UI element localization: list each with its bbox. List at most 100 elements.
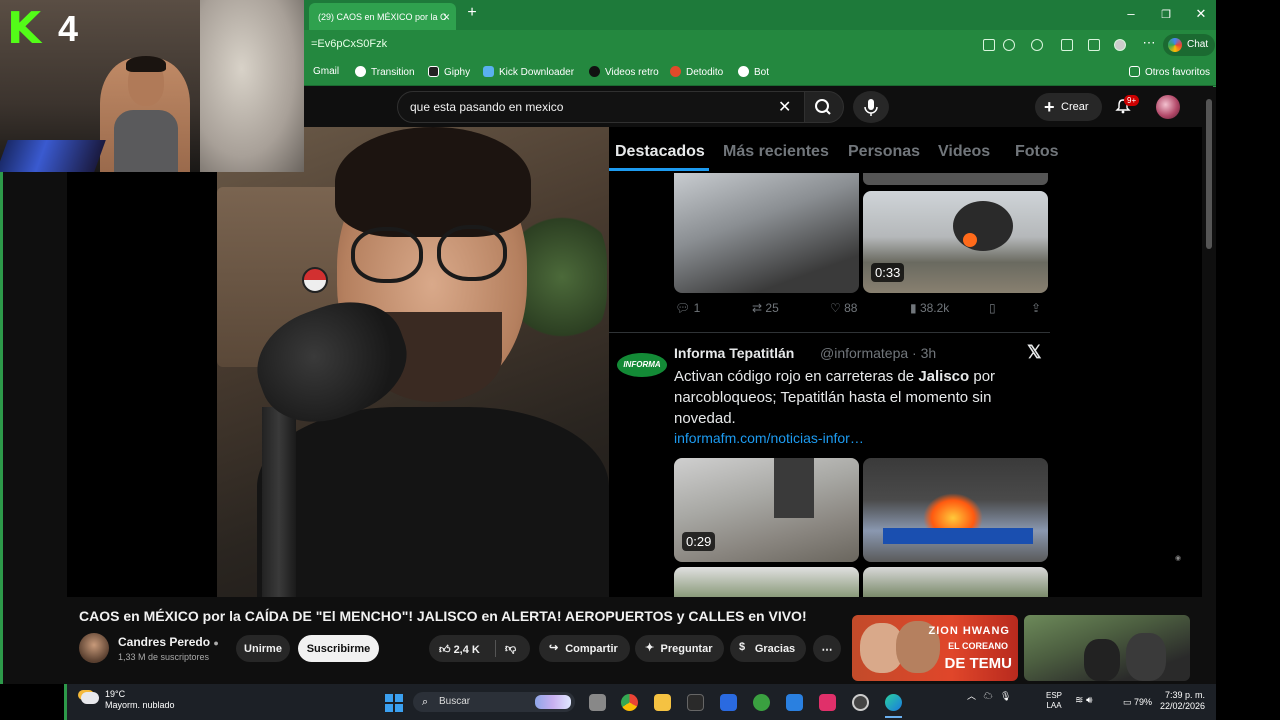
ask-button[interactable]: ✦ Preguntar xyxy=(635,635,724,662)
close-tab-icon[interactable]: × xyxy=(443,10,450,24)
profile-icon[interactable] xyxy=(1114,39,1126,51)
share-button[interactable]: ↪ Compartir xyxy=(539,635,630,662)
extensions-icon[interactable] xyxy=(1061,39,1073,51)
channel-avatar[interactable] xyxy=(79,633,109,663)
close-window-icon[interactable]: ✕ xyxy=(1191,6,1211,22)
tweet-author[interactable]: Informa Tepatitlán xyxy=(674,345,794,361)
chat-button[interactable]: Chat xyxy=(1163,34,1215,56)
star-icon[interactable] xyxy=(1003,39,1015,51)
url-field[interactable]: =Ev6pCxS0Fzk xyxy=(311,38,387,50)
share-icon[interactable]: ⇪ xyxy=(1031,301,1041,315)
battery-indicator[interactable]: ▭ 79% xyxy=(1123,697,1152,708)
search-input[interactable]: que esta pasando en mexico xyxy=(397,91,805,123)
edge-icon[interactable] xyxy=(885,694,902,711)
app-icon[interactable] xyxy=(720,694,737,711)
scrollbar-thumb[interactable] xyxy=(1206,99,1212,249)
bot-icon xyxy=(738,66,749,77)
search-button[interactable] xyxy=(804,91,844,123)
tab-fotos: Fotos xyxy=(1015,143,1059,160)
tweet-link[interactable]: informafm.com/noticias-infor… xyxy=(674,430,864,446)
create-button[interactable]: + Crear xyxy=(1035,93,1102,121)
bookmark-gmail[interactable]: Gmail xyxy=(313,66,339,77)
taskbar-search[interactable]: ⌕ Buscar xyxy=(413,692,575,712)
bookmark-kick-downloader[interactable]: Kick Downloader xyxy=(483,66,574,78)
other-favorites[interactable]: Otros favoritos xyxy=(1129,66,1210,78)
page-scrollbar[interactable] xyxy=(1202,87,1216,684)
battery-icon: ▭ xyxy=(1123,697,1132,707)
like-action[interactable]: ♡ 88 xyxy=(830,301,857,315)
bookmark-label: Detodito xyxy=(686,67,724,78)
tab-youtube[interactable]: (29) CAOS en MÉXICO por la C × xyxy=(309,3,456,30)
views-action[interactable]: ▮ 38.2k xyxy=(910,301,949,315)
restore-icon[interactable]: ❐ xyxy=(1156,8,1176,21)
lang-layout: LAA xyxy=(1046,701,1062,710)
start-button[interactable] xyxy=(385,694,403,712)
weather-widget[interactable]: 19°C Mayorm. nublado xyxy=(81,689,175,711)
xbox-icon[interactable] xyxy=(753,694,770,711)
join-button[interactable]: Unirme xyxy=(236,635,290,662)
language-indicator[interactable]: ESP LAA xyxy=(1046,691,1062,711)
like-count[interactable]: 2,4 K xyxy=(454,644,480,656)
voice-search-button[interactable] xyxy=(853,91,889,123)
suggested-video-thumbnail[interactable] xyxy=(1024,615,1190,681)
suggested-video-thumbnail[interactable]: ZION HWANG EL COREANO DE TEMU xyxy=(852,615,1018,681)
reply-action[interactable]: 💬︎ 1 xyxy=(675,301,700,315)
thanks-button[interactable]: $ Gracias xyxy=(730,635,806,662)
thumb-text: HWANG xyxy=(962,625,1010,637)
tweet-image-strip xyxy=(863,173,1048,185)
tab-mas-recientes: Más recientes xyxy=(723,143,829,160)
like-count: 88 xyxy=(844,301,858,315)
bookmark-icon[interactable]: ▯ xyxy=(989,301,996,315)
date: 22/02/2026 xyxy=(1159,701,1205,711)
new-tab-icon[interactable]: + xyxy=(462,4,482,22)
burning-car-image: 0:33 xyxy=(863,191,1048,293)
bookmark-detodito[interactable]: Detodito xyxy=(670,66,723,78)
minimize-icon[interactable]: – xyxy=(1121,6,1141,21)
channel-watermark[interactable]: ◉ xyxy=(1165,554,1191,562)
app-icon[interactable] xyxy=(983,39,995,51)
chrome-icon[interactable] xyxy=(621,694,638,711)
tab-personas: Personas xyxy=(848,143,921,160)
bookmark-transition[interactable]: Transition xyxy=(355,66,415,78)
copilot-icon xyxy=(1168,38,1182,52)
lang-code: ESP xyxy=(1046,691,1063,700)
host-hair xyxy=(335,127,531,237)
like-icon[interactable]: 👍︎ xyxy=(439,644,451,656)
smoke xyxy=(953,201,1013,251)
bookmark-label: Bot xyxy=(754,67,770,78)
task-view-icon[interactable] xyxy=(589,694,606,711)
dislike-icon[interactable]: 👎︎ xyxy=(505,642,516,655)
retweet-action[interactable]: ⇄ 25 xyxy=(752,301,779,315)
bookmark-giphy[interactable]: Giphy xyxy=(428,66,470,78)
file-explorer-icon[interactable] xyxy=(654,694,671,711)
channel-name[interactable]: Candres Peredo ● xyxy=(118,635,219,649)
tab-destacados: Destacados xyxy=(615,143,705,160)
obs-icon[interactable] xyxy=(852,694,869,711)
glasses-left xyxy=(351,227,423,283)
view-count: 38.2k xyxy=(919,301,950,315)
refresh-icon[interactable] xyxy=(1031,39,1043,51)
more-actions-button[interactable]: ⋯ xyxy=(813,635,841,662)
outlook-icon[interactable] xyxy=(786,694,803,711)
clock[interactable]: 7:39 p. m. 22/02/2026 xyxy=(1155,690,1205,712)
subscribe-button[interactable]: Suscribirme xyxy=(298,635,379,662)
account-avatar[interactable] xyxy=(1156,95,1180,119)
tiktok-icon[interactable] xyxy=(819,694,836,711)
tweet-image-partial xyxy=(863,567,1048,597)
bookmark-videos-retro[interactable]: Videos retro xyxy=(589,66,659,78)
more-icon[interactable]: ⋯ xyxy=(1139,35,1159,51)
wifi-volume-icons[interactable]: ≋ 🔊︎ xyxy=(1075,695,1092,706)
tab-title: (29) CAOS en MÉXICO por la C xyxy=(318,12,447,22)
bookmark-bot[interactable]: Bot xyxy=(738,66,769,78)
giphy-icon xyxy=(428,66,439,77)
clear-search-icon[interactable]: ✕ xyxy=(778,97,791,117)
video-host-scene xyxy=(217,127,609,597)
video-player[interactable]: Destacados Más recientes Personas Videos… xyxy=(67,127,1205,597)
bookmark-label: Videos retro xyxy=(605,67,659,78)
burned-gas-pump-image xyxy=(674,173,859,293)
windows-taskbar: 19°C Mayorm. nublado ⌕ Buscar ︿ ☁ 🎙︎ ESP LA… xyxy=(64,684,1216,720)
calculator-icon[interactable] xyxy=(687,694,704,711)
create-label: Crear xyxy=(1061,101,1089,113)
favorites-icon[interactable] xyxy=(1088,39,1100,51)
system-tray[interactable]: ︿ ☁ 🎙︎ xyxy=(967,689,1011,702)
